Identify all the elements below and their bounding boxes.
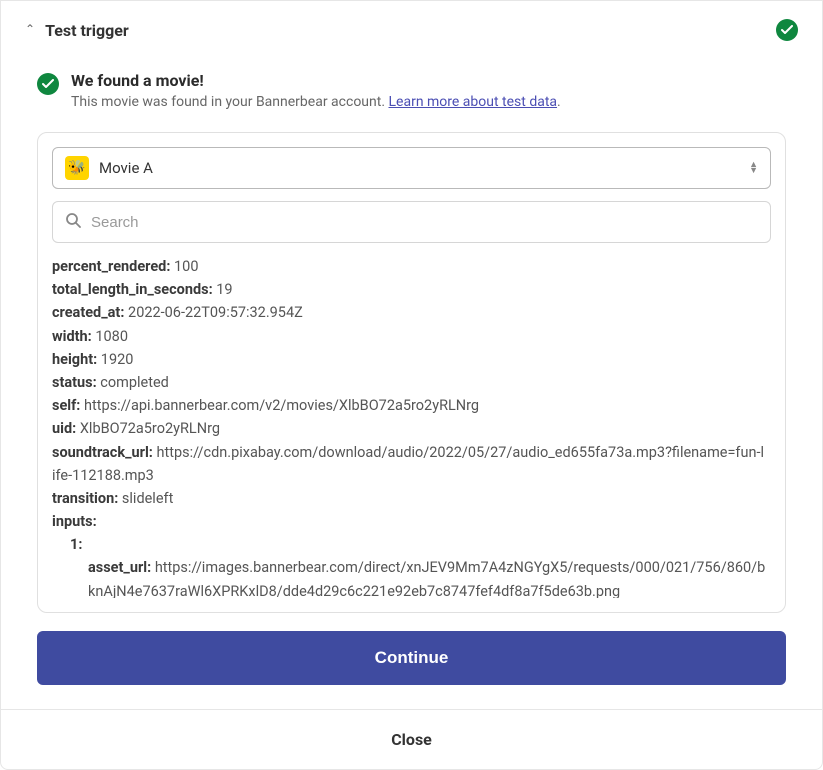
search-input[interactable] [91, 214, 758, 231]
close-button[interactable]: Close [1, 709, 822, 769]
results-panel: 🐝 Movie A ▲▼ percent_rendered: 100 total… [37, 132, 786, 613]
field-total-length: total_length_in_seconds: 19 [52, 278, 767, 301]
found-sub-prefix: This movie was found in your Bannerbear … [71, 94, 389, 110]
bannerbear-app-icon: 🐝 [65, 156, 89, 180]
panel-title: Test trigger [45, 21, 129, 40]
record-select-label: Movie A [99, 159, 739, 177]
continue-button[interactable]: Continue [37, 631, 786, 685]
collapse-caret-icon[interactable]: ⌃ [25, 22, 35, 36]
header-left: ⌃ Test trigger [25, 21, 129, 40]
field-transition: transition: slideleft [52, 487, 767, 510]
record-select[interactable]: 🐝 Movie A ▲▼ [52, 147, 771, 189]
panel-header: ⌃ Test trigger [1, 1, 822, 53]
panel-body: We found a movie! This movie was found i… [1, 53, 822, 709]
chevron-updown-icon: ▲▼ [749, 162, 758, 174]
test-trigger-panel: ⌃ Test trigger We found a movie! This mo… [0, 0, 823, 770]
learn-more-link[interactable]: Learn more about test data [389, 94, 558, 110]
found-title: We found a movie! [71, 71, 561, 90]
field-status: status: completed [52, 371, 767, 394]
found-message: We found a movie! This movie was found i… [37, 71, 786, 110]
field-percent-rendered: percent_rendered: 100 [52, 255, 767, 278]
field-input-1: 1: [52, 533, 767, 556]
field-self: self: https://api.bannerbear.com/v2/movi… [52, 394, 767, 417]
found-subtitle: This movie was found in your Bannerbear … [71, 94, 561, 110]
search-field-wrapper [52, 201, 771, 243]
found-success-icon [37, 73, 59, 95]
search-icon [65, 212, 81, 232]
record-data-viewer[interactable]: percent_rendered: 100 total_length_in_se… [52, 255, 771, 598]
field-uid: uid: XlbBO72a5ro2yRLNrg [52, 417, 767, 440]
field-asset-url: asset_url: https://images.bannerbear.com… [52, 556, 767, 598]
found-sub-suffix: . [557, 94, 561, 110]
field-height: height: 1920 [52, 348, 767, 371]
field-width: width: 1080 [52, 325, 767, 348]
found-text: We found a movie! This movie was found i… [71, 71, 561, 110]
status-success-icon [776, 19, 798, 41]
field-created-at: created_at: 2022-06-22T09:57:32.954Z [52, 301, 767, 324]
field-soundtrack-url: soundtrack_url: https://cdn.pixabay.com/… [52, 441, 767, 487]
field-inputs: inputs: [52, 510, 767, 533]
